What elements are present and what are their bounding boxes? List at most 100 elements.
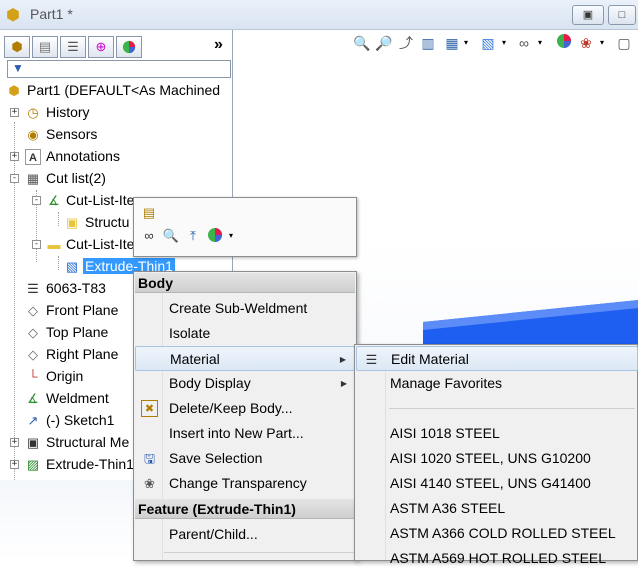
hide-show-icon[interactable]: ∞ xyxy=(140,227,158,245)
menu-item-change-transparency[interactable]: ❀ Change Transparency xyxy=(135,471,355,496)
tree-item-label: Structu xyxy=(85,214,130,230)
material-icon: ☰ xyxy=(27,281,39,296)
submenu-item-astm-a569[interactable]: ASTM A569 HOT ROLLED STEEL xyxy=(356,546,638,571)
zoom-to-area-icon[interactable]: 🔎 xyxy=(374,33,394,53)
history-icon: ◷ xyxy=(27,105,39,120)
submenu-item-edit-material[interactable]: ☰ Edit Material xyxy=(356,346,638,371)
expand-toggle[interactable]: - xyxy=(10,174,19,183)
menu-item-label: Isolate xyxy=(169,325,211,341)
tree-item-label: Weldment xyxy=(46,390,109,406)
save-selection-icon: 🖫 xyxy=(143,451,156,466)
tree-item-history[interactable]: + ◷ History xyxy=(0,102,233,124)
submenu-item-aisi-1020[interactable]: AISI 1020 STEEL, UNS G10200 xyxy=(356,446,638,471)
submenu-item-label: Edit Material xyxy=(391,351,469,367)
tree-item-label: Structural Me xyxy=(46,434,130,450)
window-title: Part1 * xyxy=(30,6,73,22)
expand-toggle[interactable]: + xyxy=(10,460,19,469)
tree-item-label: (-) Sketch1 xyxy=(46,412,115,428)
part-icon: ⬢ xyxy=(8,83,20,98)
tree-item-label: Annotations xyxy=(46,148,120,164)
feature-manager-tab-icon[interactable]: ⬢ xyxy=(4,36,30,58)
annotations-icon: A xyxy=(25,149,41,165)
body-icon: ▧ xyxy=(65,259,79,274)
chevron-down-icon[interactable]: ▾ xyxy=(494,33,514,53)
tree-item-label: Sensors xyxy=(46,126,98,142)
menu-item-insert-into-new-part[interactable]: Insert into New Part... xyxy=(135,421,355,446)
submenu-item-astm-a36[interactable]: ASTM A36 STEEL xyxy=(356,496,638,521)
appearance-icon[interactable] xyxy=(554,33,574,53)
context-toolbar: ▤ ∞ 🔍 ⤒ ▾ xyxy=(133,197,357,257)
tree-filter-input[interactable]: ▼ xyxy=(7,60,231,78)
view-settings-icon[interactable]: ▢ xyxy=(614,33,634,53)
property-manager-tab-icon[interactable]: ▤ xyxy=(32,36,58,58)
cut-list-icon: ▦ xyxy=(26,171,40,186)
submenu-item-label: ASTM A366 COLD ROLLED STEEL xyxy=(390,525,616,541)
sensors-icon: ◉ xyxy=(27,127,39,142)
zoom-to-fit-icon[interactable]: 🔍 xyxy=(352,33,372,53)
tree-item-label: Cut list(2) xyxy=(46,170,106,186)
submenu-item-aisi-4140[interactable]: AISI 4140 STEEL, UNS G41400 xyxy=(356,471,638,496)
submenu-item-label: AISI 1020 STEEL, UNS G10200 xyxy=(390,450,591,466)
menu-item-material[interactable]: Material ▶ xyxy=(135,346,355,371)
menu-item-delete-keep-body[interactable]: ✖ Delete/Keep Body... xyxy=(135,396,355,421)
edit-material-icon: ☰ xyxy=(365,352,378,367)
tree-item-annotations[interactable]: + A Annotations xyxy=(0,146,233,168)
tree-item-label: 6063-T83 xyxy=(46,280,106,296)
tree-item-label: Cut-List-Ite xyxy=(66,236,135,252)
menu-item-create-sub-weldment[interactable]: Create Sub-Weldment xyxy=(135,296,355,321)
menu-item-label: Material xyxy=(170,351,220,367)
context-menu: Body Create Sub-Weldment Isolate Materia… xyxy=(133,271,357,561)
expand-toggle[interactable]: - xyxy=(32,240,41,249)
menu-item-label: Body Display xyxy=(169,375,251,391)
tree-item-label: Top Plane xyxy=(46,324,109,340)
plane-icon: ◇ xyxy=(28,303,38,318)
display-manager-tab-icon[interactable] xyxy=(116,36,142,58)
plane-icon: ◇ xyxy=(28,325,38,340)
chevron-down-icon[interactable]: ▾ xyxy=(456,33,476,53)
normal-to-icon[interactable]: ⤒ xyxy=(184,227,202,245)
submenu-item-aisi-1018[interactable]: AISI 1018 STEEL xyxy=(356,421,638,446)
submenu-arrow-icon: ▶ xyxy=(339,355,346,364)
expand-toggle[interactable]: - xyxy=(32,196,41,205)
menu-item-label: Delete/Keep Body... xyxy=(169,400,293,416)
plane-icon: ◇ xyxy=(28,347,38,362)
menu-item-body-display[interactable]: Body Display ▶ xyxy=(135,371,355,396)
menu-item-parent-child[interactable]: Parent/Child... xyxy=(135,522,355,547)
menu-separator xyxy=(389,408,635,409)
dimxpert-tab-icon[interactable]: ⊕ xyxy=(88,36,114,58)
restore-button[interactable]: ▣ xyxy=(572,5,604,25)
menu-separator xyxy=(164,552,354,553)
expand-toggle[interactable]: + xyxy=(10,108,19,117)
configuration-manager-tab-icon[interactable]: ☰ xyxy=(60,36,86,58)
tree-item-sensors[interactable]: ◉ Sensors xyxy=(0,124,233,146)
filter-icon: ▼ xyxy=(12,61,24,75)
tree-root-label: Part1 (DEFAULT<As Machined xyxy=(27,82,221,98)
zoom-to-selection-icon[interactable]: 🔍 xyxy=(162,227,180,245)
tree-item-label: History xyxy=(46,104,90,120)
tree-item-label: Cut-List-Ite xyxy=(66,192,135,208)
submenu-item-astm-a366[interactable]: ASTM A366 COLD ROLLED STEEL xyxy=(356,521,638,546)
previous-view-icon[interactable]: ⤴ xyxy=(396,33,416,53)
part-icon: ⬢ xyxy=(6,7,20,24)
folder-icon: ▬ xyxy=(47,237,61,252)
panel-tabs: ⬢ ▤ ☰ ⊕ » xyxy=(4,36,230,60)
expand-toggle[interactable]: + xyxy=(10,152,19,161)
tree-root[interactable]: ⬢ Part1 (DEFAULT<As Machined xyxy=(0,80,233,102)
edit-feature-icon[interactable]: ▤ xyxy=(140,204,158,222)
extrude-icon: ▨ xyxy=(26,457,40,472)
more-tabs-chevron-icon[interactable]: » xyxy=(214,36,223,54)
chevron-down-icon[interactable]: ▾ xyxy=(592,33,612,53)
folder-icon: ▣ xyxy=(65,215,79,230)
menu-item-label: Insert into New Part... xyxy=(169,425,304,441)
maximize-button[interactable]: □ xyxy=(608,5,636,25)
tree-item-label: Right Plane xyxy=(46,346,119,362)
tree-item-cut-list[interactable]: - ▦ Cut list(2) xyxy=(0,168,233,190)
chevron-down-icon[interactable]: ▾ xyxy=(222,227,240,245)
submenu-item-label: ASTM A36 STEEL xyxy=(390,500,506,516)
section-view-icon[interactable]: ▥ xyxy=(418,33,438,53)
menu-item-save-selection[interactable]: 🖫 Save Selection xyxy=(135,446,355,471)
chevron-down-icon[interactable]: ▾ xyxy=(530,33,550,53)
submenu-item-manage-favorites[interactable]: Manage Favorites xyxy=(356,371,638,396)
menu-item-isolate[interactable]: Isolate xyxy=(135,321,355,346)
expand-toggle[interactable]: + xyxy=(10,438,19,447)
